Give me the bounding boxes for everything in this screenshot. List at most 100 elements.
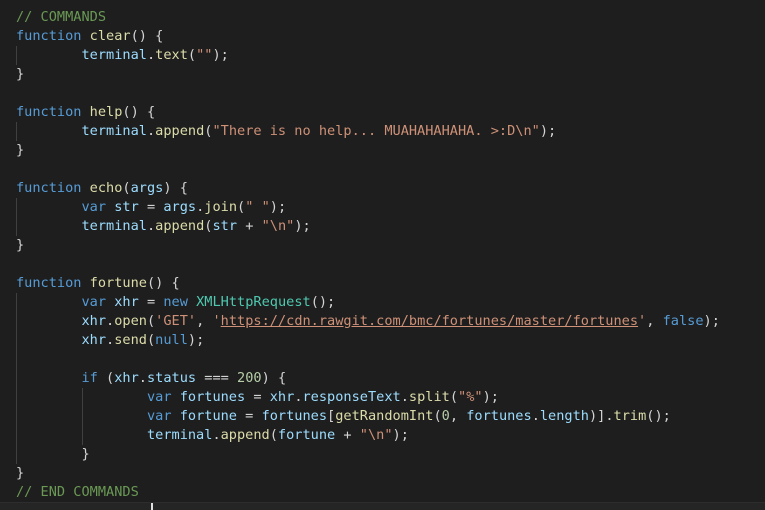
indent-guide bbox=[16, 445, 17, 464]
code-line[interactable]: xhr.open('GET', 'https://cdn.rawgit.com/… bbox=[16, 312, 720, 331]
code-line[interactable] bbox=[16, 255, 720, 274]
code-token-punct bbox=[106, 294, 114, 310]
code-line[interactable]: terminal.append("There is no help... MUA… bbox=[16, 122, 720, 141]
code-token-keyword: var bbox=[81, 294, 107, 310]
code-token-punct: ); bbox=[187, 332, 205, 348]
code-token-keyword: new bbox=[163, 294, 188, 310]
code-token-keyword: false bbox=[662, 313, 704, 329]
code-token-punct: ( bbox=[449, 389, 459, 405]
code-token-variable: xhr bbox=[269, 389, 295, 405]
code-line[interactable]: function fortune() { bbox=[16, 274, 720, 293]
code-token-function: trim bbox=[613, 408, 647, 424]
indent-guide bbox=[16, 331, 17, 350]
code-token-punct: ); bbox=[539, 123, 557, 139]
code-line[interactable]: var xhr = new XMLHttpRequest(); bbox=[16, 293, 720, 312]
indent-guide bbox=[81, 426, 83, 445]
code-line[interactable]: var fortune = fortunes[getRandomInt(0, f… bbox=[16, 407, 720, 426]
code-token-string: ' bbox=[638, 313, 647, 329]
code-token-variable: xhr bbox=[81, 332, 107, 348]
indent-guide bbox=[16, 426, 17, 445]
code-token-punct: } bbox=[81, 446, 90, 462]
code-token-keyword: function bbox=[16, 275, 82, 291]
code-token-punct bbox=[16, 313, 81, 329]
code-line[interactable]: function clear() { bbox=[16, 27, 720, 46]
code-token-function: getRandomInt bbox=[335, 408, 434, 424]
code-token-function: join bbox=[204, 199, 238, 215]
code-token-variable: status bbox=[146, 370, 197, 386]
code-line[interactable]: } bbox=[16, 445, 720, 464]
code-token-punct bbox=[172, 389, 180, 405]
code-token-keyword: if bbox=[81, 370, 98, 386]
code-token-number: 200 bbox=[237, 370, 262, 386]
indent-guide bbox=[16, 198, 17, 217]
code-editor[interactable]: // COMMANDS function clear() { terminal.t… bbox=[0, 0, 765, 510]
code-line[interactable]: if (xhr.status === 200) { bbox=[16, 369, 720, 388]
code-token-variable: xhr bbox=[114, 294, 139, 310]
code-line[interactable]: var str = args.join(" "); bbox=[16, 198, 720, 217]
code-area[interactable]: // COMMANDS function clear() { terminal.t… bbox=[16, 8, 720, 502]
code-token-punct: , bbox=[449, 408, 467, 424]
editor-gutter bbox=[0, 0, 16, 510]
code-token-function: append bbox=[220, 427, 270, 443]
code-line[interactable]: function echo(args) { bbox=[16, 179, 720, 198]
code-line[interactable]: var fortunes = xhr.responseText.split("%… bbox=[16, 388, 720, 407]
code-token-keyword: var bbox=[146, 408, 172, 424]
code-token-variable: terminal bbox=[146, 427, 213, 443]
code-token-comment: // END COMMANDS bbox=[16, 484, 139, 500]
code-token-string: "There is no help... MUAHAHAHAHA. >:D\n" bbox=[212, 123, 540, 139]
code-token-punct: ( bbox=[187, 47, 197, 63]
code-line[interactable]: terminal.append(str + "\n"); bbox=[16, 217, 720, 236]
code-token-function: echo bbox=[89, 180, 123, 196]
code-token-punct: ); bbox=[482, 389, 499, 405]
code-line[interactable]: terminal.append(fortune + "\n"); bbox=[16, 426, 720, 445]
code-line[interactable] bbox=[16, 160, 720, 179]
code-token-punct bbox=[106, 199, 114, 215]
code-token-link[interactable]: https://cdn.rawgit.com/bmc/fortunes/mast… bbox=[221, 313, 638, 329]
code-token-punct: ); bbox=[703, 313, 720, 329]
code-token-keyword: null bbox=[155, 332, 188, 348]
code-token-punct: [ bbox=[327, 408, 336, 424]
code-token-variable: args bbox=[130, 180, 164, 196]
code-line[interactable] bbox=[16, 350, 720, 369]
code-token-string: 'GET' bbox=[155, 313, 197, 329]
indent-guide bbox=[81, 388, 83, 407]
code-line[interactable]: } bbox=[16, 65, 720, 84]
code-token-punct: ); bbox=[269, 199, 287, 215]
code-line[interactable]: function help() { bbox=[16, 103, 720, 122]
code-line[interactable]: } bbox=[16, 464, 720, 483]
code-line[interactable]: xhr.send(null); bbox=[16, 331, 720, 350]
code-line[interactable]: } bbox=[16, 236, 720, 255]
indent-guide bbox=[16, 293, 17, 312]
code-token-punct: ); bbox=[392, 427, 409, 443]
indent-guide bbox=[16, 369, 17, 388]
code-token-variable: str bbox=[114, 199, 139, 215]
code-token-punct: . bbox=[146, 123, 156, 139]
indent-guide bbox=[16, 312, 17, 331]
code-token-variable: fortune bbox=[277, 427, 336, 443]
code-token-punct: ) { bbox=[261, 370, 287, 386]
code-token-punct bbox=[16, 332, 81, 348]
code-token-punct: . bbox=[294, 389, 303, 405]
code-token-keyword: function bbox=[16, 104, 82, 120]
code-token-punct: ( bbox=[269, 427, 278, 443]
code-token-punct: () { bbox=[130, 28, 164, 44]
code-token-variable: fortune bbox=[179, 408, 237, 424]
code-token-variable: fortunes bbox=[261, 408, 328, 424]
code-token-punct: = bbox=[138, 199, 164, 215]
code-token-punct bbox=[172, 408, 180, 424]
indent-guide bbox=[16, 350, 17, 369]
code-line[interactable]: // END COMMANDS bbox=[16, 483, 720, 502]
code-line[interactable]: // COMMANDS bbox=[16, 8, 720, 27]
code-token-comment: // COMMANDS bbox=[16, 9, 107, 25]
code-token-variable: terminal bbox=[81, 123, 147, 139]
code-token-string: "%" bbox=[458, 389, 483, 405]
code-token-function: split bbox=[408, 389, 450, 405]
indent-guide bbox=[16, 46, 17, 65]
code-line[interactable]: terminal.text(""); bbox=[16, 46, 720, 65]
horizontal-scrollbar[interactable] bbox=[0, 502, 765, 510]
code-token-punct bbox=[16, 446, 81, 462]
code-token-punct bbox=[81, 180, 89, 196]
code-token-punct: ); bbox=[294, 218, 311, 234]
code-line[interactable] bbox=[16, 84, 720, 103]
code-line[interactable]: } bbox=[16, 141, 720, 160]
